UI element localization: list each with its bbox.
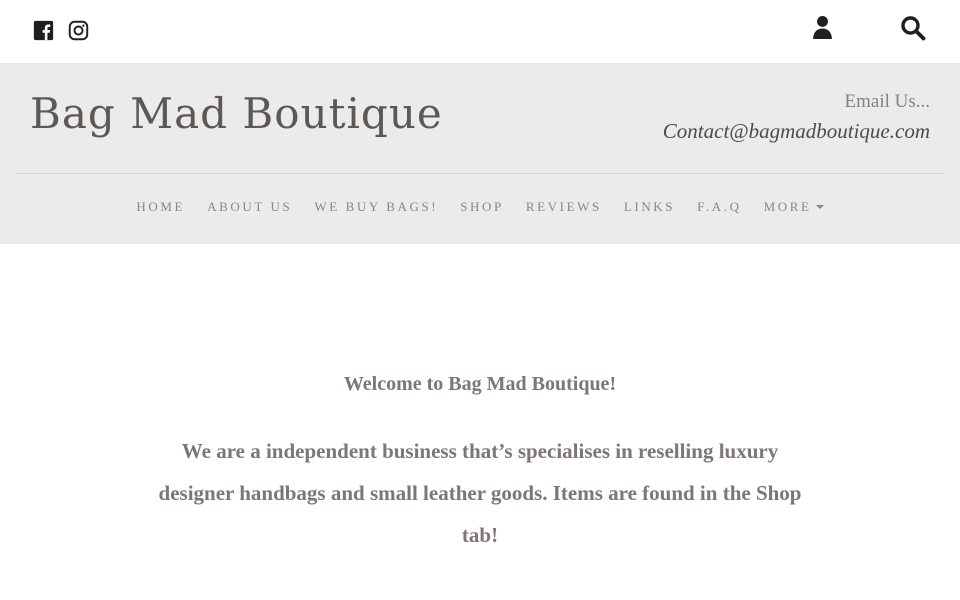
site-title[interactable]: Bag Mad Boutique <box>30 89 443 138</box>
welcome-heading: Welcome to Bag Mad Boutique! <box>343 373 617 395</box>
user-icon[interactable] <box>812 15 833 40</box>
social-links <box>33 20 89 41</box>
nav-label: HOME <box>136 199 186 214</box>
nav-item-we-buy-bags[interactable]: WE BUY BAGS! <box>314 199 438 215</box>
nav-item-more[interactable]: MORE <box>764 199 824 215</box>
nav-label: WE BUY BAGS! <box>314 199 439 214</box>
nav-item-links[interactable]: LINKS <box>624 199 675 215</box>
nav-item-shop[interactable]: SHOP <box>460 199 504 215</box>
search-icon[interactable] <box>900 15 926 41</box>
nav-item-about-us[interactable]: ABOUT US <box>207 199 292 215</box>
facebook-icon[interactable] <box>33 20 54 41</box>
top-bar <box>0 0 960 63</box>
nav-label: LINKS <box>623 199 676 214</box>
email-label: Email Us... <box>844 91 931 112</box>
caret-down-icon <box>815 205 824 209</box>
nav-item-home[interactable]: HOME <box>136 199 185 215</box>
nav-label: SHOP <box>460 199 504 214</box>
site-header: Bag Mad Boutique Email Us... Contact@bag… <box>0 63 960 244</box>
nav-label: MORE <box>763 199 812 214</box>
intro-paragraph: We are a independent business that’s spe… <box>158 439 802 547</box>
main-nav: HOME ABOUT US WE BUY BAGS! SHOP REVIEWS … <box>0 199 960 215</box>
email-link[interactable]: Contact@bagmadboutique.com <box>663 119 930 144</box>
nav-label: REVIEWS <box>525 199 602 214</box>
instagram-icon[interactable] <box>68 20 89 41</box>
nav-label: F.A.Q <box>697 199 742 214</box>
nav-label: ABOUT US <box>207 199 293 214</box>
nav-item-reviews[interactable]: REVIEWS <box>526 199 602 215</box>
main-content: Welcome to Bag Mad Boutique! We are a in… <box>0 244 960 600</box>
nav-item-faq[interactable]: F.A.Q <box>697 199 741 215</box>
header-divider <box>16 173 944 174</box>
